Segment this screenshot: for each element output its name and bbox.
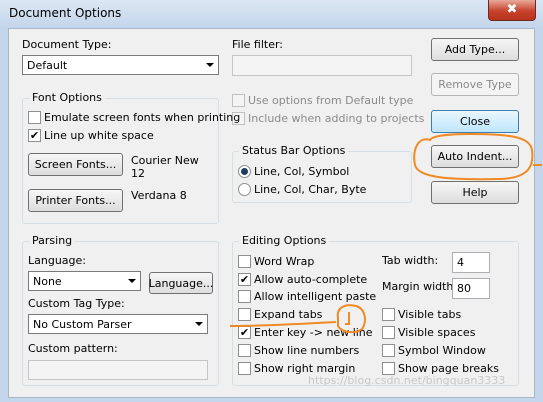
auto-complete-label: Allow auto-complete <box>254 273 368 286</box>
checkmark-icon: ✔ <box>239 326 250 339</box>
symbol-window-label: Symbol Window <box>398 344 486 357</box>
help-button[interactable]: Help <box>431 181 519 204</box>
watermark-text: https://blog.csdn.net/bingquan3333 <box>308 374 506 387</box>
expand-tabs-checkbox[interactable] <box>238 308 251 321</box>
emulate-screen-fonts-label: Emulate screen fonts when printing <box>44 111 241 124</box>
close-button[interactable]: Close <box>431 110 519 133</box>
chevron-down-icon <box>128 279 136 283</box>
visible-spaces-label: Visible spaces <box>398 326 476 339</box>
language-button[interactable]: Language... <box>149 272 213 294</box>
custom-tag-type-value: No Custom Parser <box>33 317 132 331</box>
margin-width-value: 80 <box>457 282 471 295</box>
remove-type-button[interactable]: Remove Type <box>431 73 519 96</box>
file-filter-input[interactable] <box>232 55 412 76</box>
symbol-window-checkbox[interactable] <box>382 344 395 357</box>
visible-spaces-checkbox[interactable] <box>382 326 395 339</box>
status-line-col-symbol-label: Line, Col, Symbol <box>254 165 350 178</box>
document-type-select[interactable]: Default <box>22 55 219 75</box>
close-icon: ✖ <box>506 2 518 17</box>
show-line-numbers-label: Show line numbers <box>254 344 360 357</box>
word-wrap-checkbox[interactable] <box>238 255 251 268</box>
visible-tabs-checkbox[interactable] <box>382 308 395 321</box>
window-title: Document Options <box>9 6 122 20</box>
use-default-options-checkbox[interactable] <box>232 94 245 107</box>
status-line-col-symbol-radio[interactable] <box>238 165 251 178</box>
include-when-adding-label: Include when adding to projects <box>248 112 425 125</box>
enter-key-new-line-label: Enter key -> new line <box>254 326 373 339</box>
expand-tabs-label: Expand tabs <box>254 308 323 321</box>
document-type-label: Document Type: <box>22 38 112 51</box>
checkmark-icon: ✔ <box>239 273 250 286</box>
screen-font-size: 12 <box>131 167 145 180</box>
editing-options-title: Editing Options <box>239 234 330 247</box>
printer-fonts-button[interactable]: Printer Fonts... <box>28 189 123 212</box>
enter-key-new-line-checkbox[interactable]: ✔ <box>238 326 251 339</box>
line-up-white-space-checkbox[interactable]: ✔ <box>28 129 41 142</box>
checkmark-icon: ✔ <box>29 129 40 142</box>
status-line-col-char-byte-label: Line, Col, Char, Byte <box>254 183 367 196</box>
use-default-options-label: Use options from Default type <box>248 94 414 107</box>
intelligent-paste-label: Allow intelligent paste <box>254 290 377 303</box>
document-type-value: Default <box>27 58 68 72</box>
line-up-white-space-label: Line up white space <box>44 129 154 142</box>
margin-width-label: Margin width: <box>382 280 458 293</box>
margin-width-input[interactable]: 80 <box>452 278 490 299</box>
document-options-window: Document Options ✖ Document Type: Defaul… <box>0 0 543 402</box>
tab-width-label: Tab width: <box>382 254 439 267</box>
status-line-col-char-byte-radio[interactable] <box>238 183 251 196</box>
show-right-margin-checkbox[interactable] <box>238 362 251 375</box>
printer-font-value: Verdana 8 <box>131 189 187 202</box>
radio-selected-dot <box>241 168 248 175</box>
auto-complete-checkbox[interactable]: ✔ <box>238 273 251 286</box>
show-line-numbers-checkbox[interactable] <box>238 344 251 357</box>
chevron-down-icon <box>206 63 214 67</box>
screen-font-name: Courier New <box>131 154 199 167</box>
auto-indent-button[interactable]: Auto Indent... <box>431 145 519 168</box>
font-options-title: Font Options <box>29 91 105 104</box>
word-wrap-label: Word Wrap <box>254 255 315 268</box>
status-bar-options-title: Status Bar Options <box>239 144 349 157</box>
tab-width-value: 4 <box>457 256 464 269</box>
title-bar[interactable]: Document Options ✖ <box>0 0 543 28</box>
language-label: Language: <box>28 254 86 267</box>
custom-pattern-input[interactable] <box>28 360 208 380</box>
parsing-title: Parsing <box>29 234 76 247</box>
custom-tag-type-label: Custom Tag Type: <box>28 297 125 310</box>
custom-pattern-label: Custom pattern: <box>28 342 118 355</box>
intelligent-paste-checkbox[interactable] <box>238 290 251 303</box>
language-select[interactable]: None <box>28 271 141 291</box>
screen-fonts-button[interactable]: Screen Fonts... <box>28 153 123 176</box>
file-filter-label: File filter: <box>232 38 284 51</box>
custom-tag-type-select[interactable]: No Custom Parser <box>28 314 208 334</box>
language-value: None <box>33 274 62 288</box>
chevron-down-icon <box>195 322 203 326</box>
add-type-button[interactable]: Add Type... <box>431 38 519 61</box>
tab-width-input[interactable]: 4 <box>452 252 490 273</box>
window-close-button[interactable]: ✖ <box>488 0 536 21</box>
visible-tabs-label: Visible tabs <box>398 308 462 321</box>
emulate-screen-fonts-checkbox[interactable] <box>28 111 41 124</box>
